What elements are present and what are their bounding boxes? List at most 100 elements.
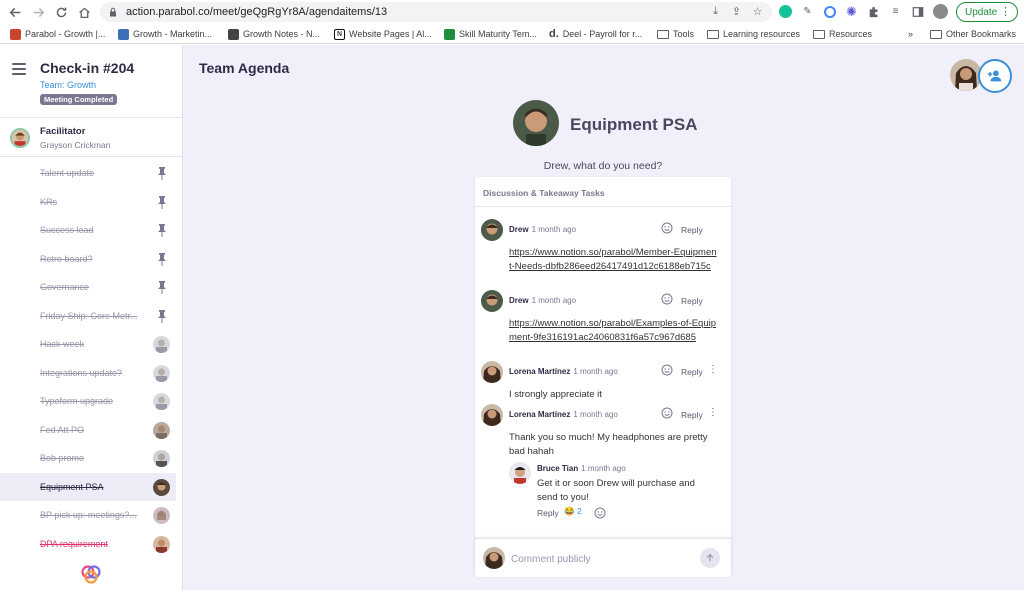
pin-icon[interactable] xyxy=(156,166,168,180)
bookmark-folder-resources[interactable]: Resources xyxy=(813,27,872,41)
bookmark-folder-tools[interactable]: Tools xyxy=(657,27,694,41)
more-options-icon[interactable]: ⋮ xyxy=(708,364,718,375)
agenda-item[interactable]: Hack week xyxy=(0,330,182,359)
arrow-right-icon xyxy=(33,7,44,17)
agenda-item[interactable]: KRs xyxy=(0,188,182,217)
comment-input[interactable] xyxy=(511,552,691,566)
add-reaction-icon[interactable] xyxy=(661,293,673,305)
puzzle-extensions-icon[interactable] xyxy=(866,4,881,19)
owner-avatar xyxy=(153,393,170,410)
reload-button[interactable] xyxy=(50,1,72,23)
home-button[interactable] xyxy=(73,1,95,23)
side-panel-icon[interactable] xyxy=(910,4,925,19)
bookmark-growth-notes[interactable]: Growth Notes - N... xyxy=(228,27,320,41)
agenda-item[interactable]: Friday Ship: Core Metr... xyxy=(0,302,182,331)
pin-icon[interactable] xyxy=(156,223,168,237)
facilitator-name: Grayson Crickman xyxy=(40,140,111,150)
comment-composer xyxy=(475,539,731,577)
pin-icon[interactable] xyxy=(156,195,168,209)
reading-list-icon[interactable]: ≡ xyxy=(888,4,903,19)
reply-button[interactable]: Reply xyxy=(681,367,703,377)
reply-button[interactable]: Reply xyxy=(681,225,703,235)
main-content: Team Agenda Equipment PSA Drew, what do … xyxy=(183,45,1024,590)
add-reaction-icon[interactable] xyxy=(661,407,673,419)
add-reaction-icon[interactable] xyxy=(594,507,606,519)
back-button[interactable] xyxy=(4,1,26,23)
folder-icon xyxy=(657,29,669,39)
forward-button[interactable] xyxy=(27,1,49,23)
discussion-card: Discussion & Takeaway Tasks Drew 1 month … xyxy=(475,177,731,539)
pin-icon[interactable] xyxy=(156,280,168,294)
commenter-avatar xyxy=(481,361,503,383)
owner-avatar xyxy=(153,336,170,353)
bookmark-website-pages[interactable]: N Website Pages | Al... xyxy=(334,27,432,41)
agenda-item[interactable]: Bob promo xyxy=(0,444,182,473)
profile-avatar-icon[interactable] xyxy=(933,4,948,19)
reply-button[interactable]: Reply xyxy=(681,296,703,306)
grammarly-extension-icon[interactable] xyxy=(778,4,793,19)
comment-link[interactable]: https://www.notion.so/parabol/Member-Equ… xyxy=(509,247,717,272)
comment-time: 1 month ago xyxy=(573,367,618,376)
people-favicon-icon xyxy=(118,28,129,40)
more-options-icon[interactable]: ⋮ xyxy=(708,407,718,418)
hamburger-menu-icon[interactable] xyxy=(12,63,26,75)
agenda-item[interactable]: Fed Att PO xyxy=(0,416,182,445)
bookmark-parabol-growth[interactable]: Parabol - Growth |... xyxy=(10,27,105,41)
sheets-favicon-icon xyxy=(444,28,455,40)
notion-favicon-icon: N xyxy=(334,28,345,40)
bookmark-deel-payroll[interactable]: d. Deel - Payroll for r... xyxy=(549,27,642,41)
update-label: Update xyxy=(965,6,998,18)
bookmark-folder-learning[interactable]: Learning resources xyxy=(707,27,800,41)
send-comment-button[interactable] xyxy=(700,548,720,568)
comment-time: 1 month ago xyxy=(531,296,577,305)
pin-icon[interactable] xyxy=(156,309,168,323)
commenter-avatar xyxy=(481,219,503,241)
home-icon xyxy=(78,7,90,18)
reply-button[interactable]: Reply xyxy=(537,508,559,518)
agenda-item[interactable]: BP pick up: meetings?... xyxy=(0,501,182,530)
reaction-chip[interactable]: 😂 2 xyxy=(564,506,582,517)
agenda-item[interactable]: Retro board? xyxy=(0,245,182,274)
page-title: Team Agenda xyxy=(199,60,290,76)
item-owner-avatar xyxy=(513,100,559,146)
agenda-item[interactable]: Governance xyxy=(0,273,182,302)
google-extension-icon[interactable] xyxy=(822,4,837,19)
share-icon[interactable]: ⇪ xyxy=(730,5,743,18)
more-bookmarks-button[interactable]: » xyxy=(908,27,913,41)
address-bar[interactable]: action.parabol.co/meet/geQgRgYr8A/agenda… xyxy=(100,2,772,22)
comment-author: Drew xyxy=(509,225,529,234)
sun-extension-icon[interactable]: ✺ xyxy=(844,4,859,19)
agenda-item[interactable]: Typeform upgrade xyxy=(0,387,182,416)
comment-author: Lorena Martínez xyxy=(509,410,571,419)
team-link[interactable]: Team: Growth xyxy=(40,80,96,90)
pin-icon[interactable] xyxy=(156,252,168,266)
parabol-logo-icon[interactable] xyxy=(81,564,101,584)
agenda-item-active[interactable]: Equipment PSA xyxy=(0,472,176,501)
add-reaction-icon[interactable] xyxy=(661,222,673,234)
agenda-item[interactable]: Integrations update? xyxy=(0,359,182,388)
reply-button[interactable]: Reply xyxy=(681,410,703,420)
url-text: action.parabol.co/meet/geQgRgYr8A/agenda… xyxy=(126,6,388,18)
agenda-item-warning[interactable]: DPA requirement xyxy=(0,530,182,559)
arrow-left-icon xyxy=(9,7,20,17)
agenda-item[interactable]: Talent update xyxy=(0,159,182,188)
comment-link[interactable]: https://www.notion.so/parabol/Examples-o… xyxy=(509,318,716,343)
add-reaction-icon[interactable] xyxy=(661,364,673,376)
bookmark-folder-other[interactable]: Other Bookmarks xyxy=(930,27,1016,41)
laughing-emoji-icon: 😂 xyxy=(564,506,575,516)
install-app-icon[interactable]: ⤓ xyxy=(709,5,722,18)
comment-time: 1 month ago xyxy=(531,225,577,234)
bookmark-skill-maturity[interactable]: Skill Maturity Tem... xyxy=(444,27,537,41)
update-button[interactable]: Update ⋮ xyxy=(956,2,1018,22)
feather-extension-icon[interactable]: ✎ xyxy=(800,4,815,19)
bookmark-star-icon[interactable]: ☆ xyxy=(751,5,764,18)
add-user-button[interactable] xyxy=(978,59,1012,93)
reply-author-avatar xyxy=(509,462,531,484)
browser-toolbar: action.parabol.co/meet/geQgRgYr8A/agenda… xyxy=(0,0,1024,24)
agenda-item[interactable]: Success lead xyxy=(0,216,182,245)
bookmark-growth-marketing[interactable]: Growth - Marketin... xyxy=(118,27,212,41)
folder-icon xyxy=(813,29,825,39)
facilitator-avatar[interactable] xyxy=(10,128,30,148)
agenda-item-title: Equipment PSA xyxy=(570,115,698,134)
comment-author: Lorena Martínez xyxy=(509,367,571,376)
